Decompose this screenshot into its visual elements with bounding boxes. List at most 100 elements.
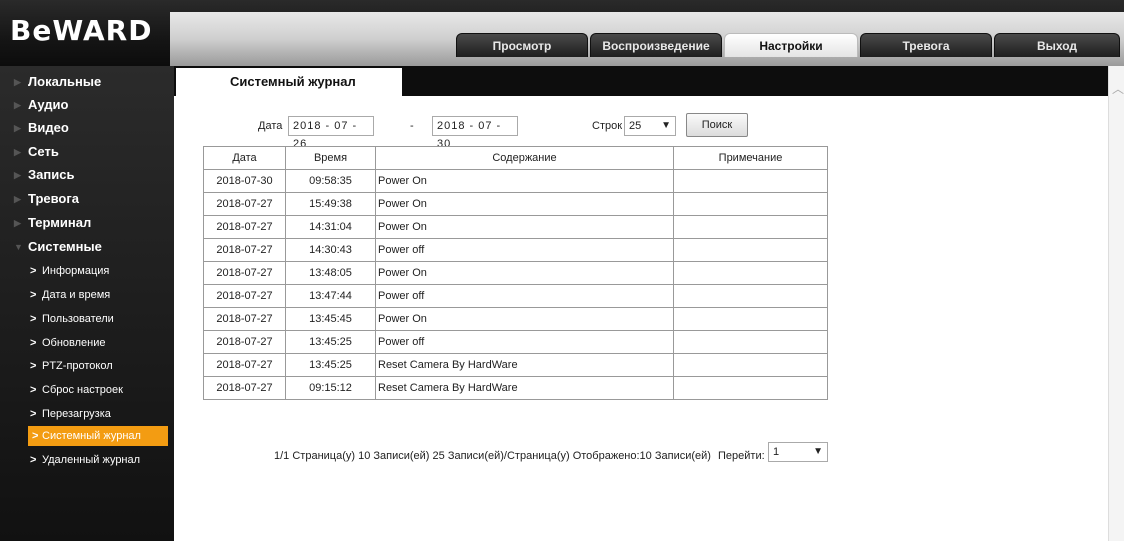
sidebar-subitem-label: Сброс настроек (42, 384, 123, 396)
cell-content: Power On (375, 261, 674, 285)
table-row: 2018-07-27 14:30:43 Power off (203, 238, 828, 262)
sidebar-subitem-remote-log[interactable]: > Удаленный журнал (30, 450, 140, 470)
tab-exit[interactable]: Выход (994, 33, 1120, 57)
triangle-right-icon: ▶ (14, 194, 21, 204)
sidebar-item-system[interactable]: ▼ Системные (0, 236, 174, 258)
chevron-right-icon: > (30, 454, 37, 466)
cell-date: 2018-07-27 (203, 376, 286, 400)
cell-content: Power off (375, 238, 674, 262)
cell-note (673, 376, 828, 400)
cell-date: 2018-07-27 (203, 261, 286, 285)
cell-note (673, 215, 828, 239)
table-row: 2018-07-30 09:58:35 Power On (203, 169, 828, 193)
cell-content: Reset Camera By HardWare (375, 376, 674, 400)
chevron-right-icon: > (30, 313, 37, 325)
sidebar-subitem-label: Информация (42, 265, 110, 277)
cell-content: Power On (375, 215, 674, 239)
sidebar-subitem-label: Системный журнал (42, 430, 141, 442)
table-row: 2018-07-27 09:15:12 Reset Camera By HardWa… (203, 376, 828, 400)
page-select[interactable]: 1 ▼ (768, 442, 828, 462)
chevron-right-icon: > (30, 408, 37, 420)
column-header-time: Время (285, 146, 376, 170)
pager: 1/1 Страница(у) 10 Записи(ей) 25 Записи(… (274, 450, 765, 462)
cell-time: 14:31:04 (285, 215, 376, 239)
sidebar-item-label: Системные (28, 239, 102, 254)
cell-note (673, 238, 828, 262)
cell-content: Power On (375, 169, 674, 193)
page-value: 1 (773, 446, 780, 458)
sidebar-subitem-label: PTZ-протокол (42, 360, 113, 372)
sidebar-subitem-info[interactable]: > Информация (30, 261, 109, 281)
chevron-right-icon: > (30, 289, 37, 301)
panel-title[interactable]: Системный журнал (176, 68, 402, 96)
tab-alarm[interactable]: Тревога (860, 33, 992, 57)
rows-select[interactable]: 25 ▼ (624, 116, 676, 136)
sidebar-subitem-datetime[interactable]: > Дата и время (30, 285, 110, 305)
sidebar-item-local[interactable]: ▶ Локальные (0, 71, 174, 93)
cell-date: 2018-07-27 (203, 238, 286, 262)
triangle-right-icon: ▶ (14, 170, 21, 180)
sidebar-item-audio[interactable]: ▶ Аудио (0, 94, 174, 116)
top-navigation: Просмотр Воспроизведение Настройки Трево… (0, 33, 1124, 57)
chevron-down-icon: ▼ (661, 120, 671, 131)
cell-note (673, 192, 828, 216)
cell-content: Power On (375, 307, 674, 331)
sidebar-item-alarm[interactable]: ▶ Тревога (0, 188, 174, 210)
triangle-right-icon: ▶ (14, 100, 21, 110)
date-from-field[interactable]: 2018 - 07 - 26 (288, 116, 374, 150)
table-header-row: Дата Время Содержание Примечание (203, 146, 828, 170)
cell-time: 14:30:43 (285, 238, 376, 262)
sidebar-subitem-update[interactable]: > Обновление (30, 333, 106, 353)
tab-view[interactable]: Просмотр (456, 33, 588, 57)
date-to-field[interactable]: 2018 - 07 - 30 (432, 116, 518, 150)
chevron-up-icon[interactable]: ︿ (1112, 80, 1124, 97)
sidebar-item-video[interactable]: ▶ Видео (0, 117, 174, 139)
sidebar-subitem-label: Удаленный журнал (42, 454, 141, 466)
table-row: 2018-07-27 13:45:25 Reset Camera By HardWa… (203, 353, 828, 377)
cell-note (673, 284, 828, 308)
table-row: 2018-07-27 15:49:38 Power On (203, 192, 828, 216)
cell-date: 2018-07-30 (203, 169, 286, 193)
cell-date: 2018-07-27 (203, 353, 286, 377)
sidebar-item-label: Аудио (28, 97, 69, 112)
cell-time: 09:15:12 (285, 376, 376, 400)
search-button[interactable]: Поиск (686, 113, 748, 137)
content-panel: Системный журнал Дата 2018 - 07 - 26 - 2… (174, 66, 1108, 541)
cell-date: 2018-07-27 (203, 192, 286, 216)
cell-time: 13:48:05 (285, 261, 376, 285)
sidebar-item-network[interactable]: ▶ Сеть (0, 141, 174, 163)
cell-time: 13:47:44 (285, 284, 376, 308)
chevron-right-icon: > (30, 384, 37, 396)
table-row: 2018-07-27 13:47:44 Power off (203, 284, 828, 308)
scrollbar[interactable]: ︿ (1108, 66, 1124, 541)
table-row: 2018-07-27 13:45:25 Power off (203, 330, 828, 354)
cell-content: Power On (375, 192, 674, 216)
cell-date: 2018-07-27 (203, 215, 286, 239)
sidebar-subitem-users[interactable]: > Пользователи (30, 309, 114, 329)
tab-playback[interactable]: Воспроизведение (590, 33, 722, 57)
sidebar-subitem-system-log[interactable]: > Системный журнал (28, 426, 168, 446)
sidebar-subitem-ptz[interactable]: > PTZ-протокол (30, 356, 113, 376)
triangle-right-icon: ▶ (14, 123, 21, 133)
table-row: 2018-07-27 14:31:04 Power On (203, 215, 828, 239)
sidebar-item-record[interactable]: ▶ Запись (0, 164, 174, 186)
sidebar: ▶ Локальные ▶ Аудио ▶ Видео ▶ Сеть ▶ Запись ▶… (0, 66, 174, 541)
sidebar-item-terminal[interactable]: ▶ Терминал (0, 212, 174, 234)
cell-time: 15:49:38 (285, 192, 376, 216)
sidebar-subitem-reset[interactable]: > Сброс настроек (30, 380, 123, 400)
pager-summary: 1/1 Страница(у) 10 Записи(ей) 25 Записи(… (274, 450, 711, 462)
sidebar-item-label: Локальные (28, 74, 102, 89)
cell-content: Reset Camera By HardWare (375, 353, 674, 377)
cell-time: 09:58:35 (285, 169, 376, 193)
sidebar-item-label: Сеть (28, 144, 59, 159)
tab-settings[interactable]: Настройки (724, 33, 858, 57)
sidebar-subitem-reboot[interactable]: > Перезагрузка (30, 404, 111, 424)
chevron-right-icon: > (30, 360, 37, 372)
cell-content: Power off (375, 330, 674, 354)
table-row: 2018-07-27 13:45:45 Power On (203, 307, 828, 331)
panel-tabbar: Системный журнал (174, 66, 1108, 96)
sidebar-item-label: Запись (28, 167, 75, 182)
triangle-right-icon: ▶ (14, 218, 21, 228)
rows-label: Строк (592, 120, 623, 132)
chevron-right-icon: > (30, 337, 37, 349)
